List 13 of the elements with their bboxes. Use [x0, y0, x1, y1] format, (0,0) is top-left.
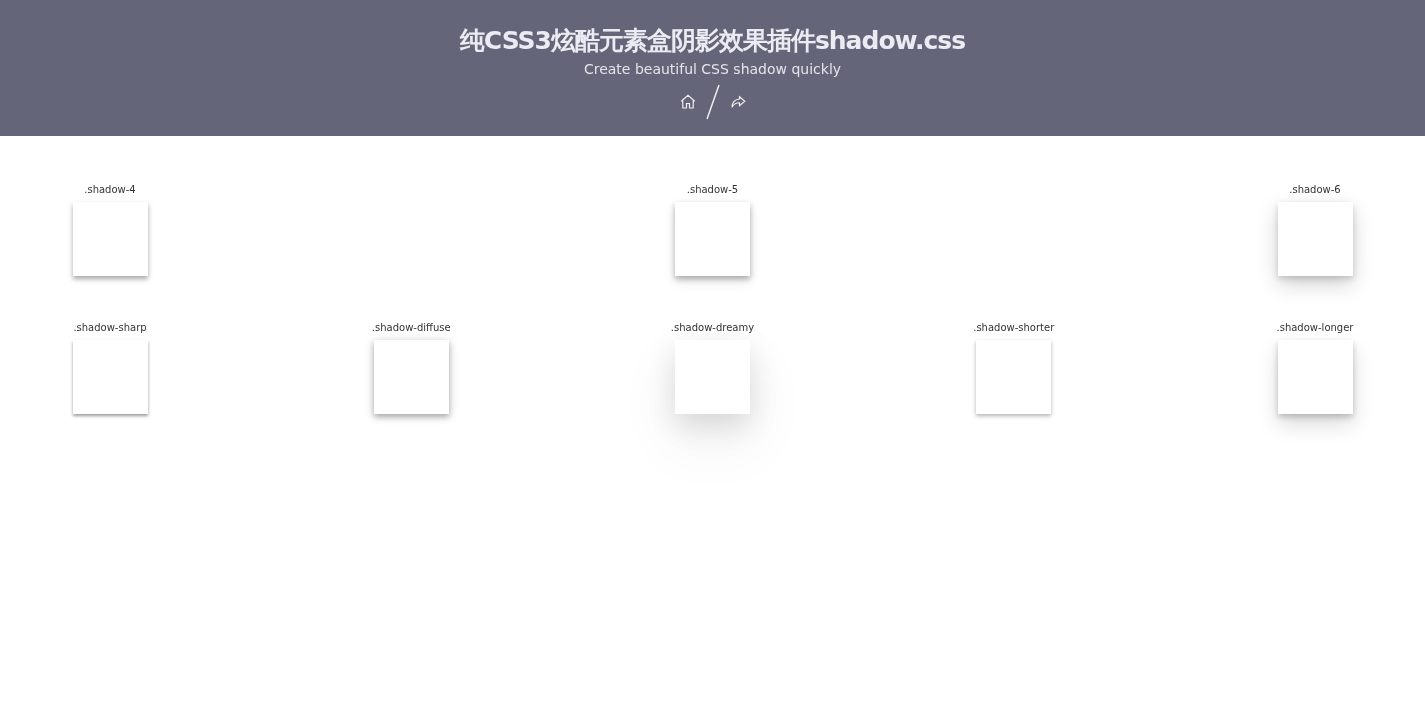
shadow-class-label: .shadow-sharp	[73, 321, 147, 335]
shadow-class-label: .shadow-dreamy	[670, 321, 755, 335]
page-title: 纯CSS3炫酷元素盒阴影效果插件shadow.css	[459, 25, 966, 57]
shadow-class-label: .shadow-diffuse	[371, 321, 451, 335]
shadow-class-label: .shadow-longer	[1276, 321, 1354, 335]
shadow-class-label: .shadow-5	[686, 183, 739, 197]
shadow-class-label: .shadow-shorter	[973, 321, 1055, 335]
shadow-class-label: .shadow-6	[1289, 183, 1341, 197]
shadow-class-label: .shadow-4	[84, 183, 136, 197]
share-icon[interactable]	[728, 93, 747, 111]
slash-divider-icon	[704, 84, 721, 120]
page-subtitle: Create beautiful CSS shadow quickly	[583, 60, 842, 79]
home-icon[interactable]	[678, 93, 697, 111]
